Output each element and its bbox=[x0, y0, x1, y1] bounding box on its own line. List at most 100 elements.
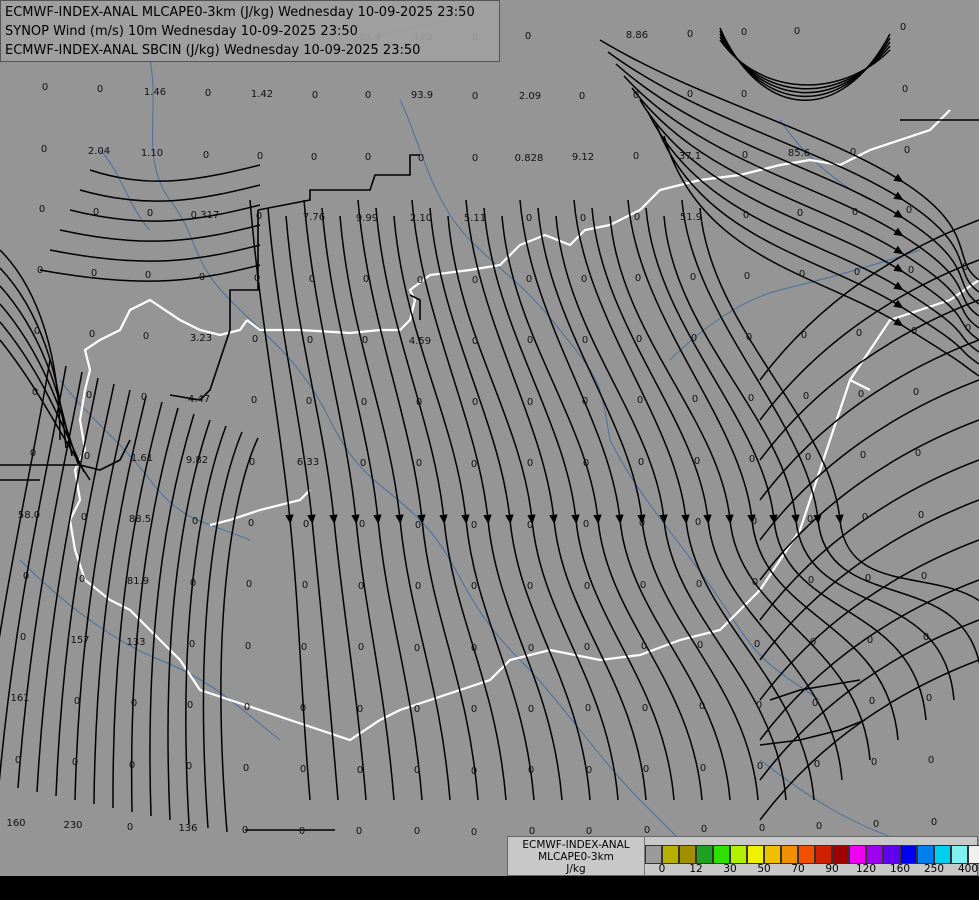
value-label: 0 bbox=[32, 387, 38, 398]
legend-line-1: ECMWF-INDEX-ANAL bbox=[522, 839, 630, 851]
value-label: 0 bbox=[245, 641, 251, 652]
legend-tick: 120 bbox=[855, 863, 877, 875]
value-label: 9.99 bbox=[356, 213, 378, 224]
value-label: 0 bbox=[416, 397, 422, 408]
value-label: 37.1 bbox=[679, 151, 701, 162]
value-label: 0 bbox=[921, 571, 927, 582]
value-label: 0 bbox=[579, 91, 585, 102]
legend-swatch bbox=[645, 845, 662, 864]
value-label: 0 bbox=[634, 212, 640, 223]
value-label: 0 bbox=[527, 397, 533, 408]
value-label: 0 bbox=[860, 450, 866, 461]
value-label: 0 bbox=[472, 397, 478, 408]
value-label: 0 bbox=[91, 268, 97, 279]
legend-swatch bbox=[764, 845, 781, 864]
streamline bbox=[130, 407, 179, 813]
value-label: 0 bbox=[42, 82, 48, 93]
value-label: 0 bbox=[915, 448, 921, 459]
value-label: 0 bbox=[312, 90, 318, 101]
value-label: 0 bbox=[695, 517, 701, 528]
title-line-2: SYNOP Wind (m/s) 10m Wednesday 10-09-202… bbox=[5, 24, 358, 39]
value-label: 0 bbox=[692, 394, 698, 405]
value-label: 0 bbox=[471, 581, 477, 592]
value-label: 81.9 bbox=[127, 576, 149, 587]
value-label: 0 bbox=[754, 639, 760, 650]
value-label: 0 bbox=[251, 395, 257, 406]
value-label: 0 bbox=[252, 334, 258, 345]
value-label: 4.47 bbox=[188, 394, 210, 405]
legend-swatch bbox=[900, 845, 917, 864]
legend-tick: 70 bbox=[791, 863, 805, 875]
value-label: 0 bbox=[187, 700, 193, 711]
value-label: 2.10 bbox=[410, 213, 432, 224]
streamline bbox=[59, 224, 261, 242]
value-label: 0 bbox=[687, 89, 693, 100]
value-label: 0 bbox=[749, 454, 755, 465]
value-label: 0 bbox=[84, 451, 90, 462]
value-label: 9.82 bbox=[186, 455, 208, 466]
legend-swatch bbox=[713, 845, 730, 864]
value-label: 0 bbox=[365, 90, 371, 101]
value-label: 0 bbox=[687, 29, 693, 40]
value-label: 0 bbox=[471, 766, 477, 777]
legend-tick: 0 bbox=[658, 863, 666, 875]
title-line-1: ECMWF-INDEX-ANAL MLCAPE0-3km (J/kg) Wedn… bbox=[5, 5, 475, 20]
value-label: 0 bbox=[586, 765, 592, 776]
value-label: 0 bbox=[417, 275, 423, 286]
value-label: 0 bbox=[471, 459, 477, 470]
value-label: 0 bbox=[356, 826, 362, 837]
legend-swatch bbox=[883, 845, 900, 864]
legend-swatch bbox=[662, 845, 679, 864]
streamline bbox=[79, 184, 261, 202]
streamline bbox=[623, 75, 979, 317]
value-label: 0 bbox=[414, 765, 420, 776]
value-label: 4.59 bbox=[409, 336, 431, 347]
value-label: 0 bbox=[471, 704, 477, 715]
value-label: 1.46 bbox=[144, 87, 166, 98]
legend-swatch bbox=[798, 845, 815, 864]
value-label: 0 bbox=[584, 642, 590, 653]
streamline bbox=[627, 199, 899, 741]
value-label: 0 bbox=[129, 760, 135, 771]
value-label: 0 bbox=[248, 518, 254, 529]
value-label: 0 bbox=[359, 519, 365, 530]
value-label: 0 bbox=[246, 579, 252, 590]
streamline bbox=[609, 215, 871, 761]
streamline bbox=[303, 199, 395, 801]
value-label: 8.86 bbox=[626, 30, 648, 41]
streamline bbox=[89, 164, 261, 182]
value-label: 157 bbox=[70, 635, 89, 646]
value-label: 0 bbox=[527, 458, 533, 469]
value-label: 0 bbox=[300, 764, 306, 775]
value-label: 0 bbox=[414, 643, 420, 654]
value-label: 160 bbox=[6, 818, 25, 829]
value-label: 0 bbox=[358, 642, 364, 653]
value-label: 0 bbox=[307, 335, 313, 346]
value-label: 0 bbox=[242, 825, 248, 836]
streamline bbox=[49, 244, 261, 262]
legend-swatch bbox=[679, 845, 696, 864]
value-label: 0 bbox=[145, 270, 151, 281]
legend-swatch bbox=[951, 845, 968, 864]
value-label: 51.9 bbox=[680, 212, 702, 223]
value-label: 0 bbox=[97, 84, 103, 95]
value-label: 0 bbox=[358, 581, 364, 592]
legend-tick: 400 bbox=[957, 863, 979, 875]
value-label: 0 bbox=[190, 578, 196, 589]
legend-tick: 160 bbox=[889, 863, 911, 875]
legend-swatch bbox=[849, 845, 866, 864]
value-label: 0 bbox=[525, 31, 531, 42]
weather-map-page: { "titles": [ "ECMWF-INDEX-ANAL MLCAPE0-… bbox=[0, 0, 979, 900]
value-label: 0 bbox=[89, 329, 95, 340]
value-label: 0 bbox=[814, 759, 820, 770]
value-label: 0 bbox=[741, 89, 747, 100]
streamline bbox=[719, 30, 891, 98]
value-label: 0 bbox=[858, 389, 864, 400]
map-canvas[interactable]: 001.4601.420093.902.09000091.4123008.860… bbox=[0, 0, 979, 900]
title-box: ECMWF-INDEX-ANAL MLCAPE0-3km (J/kg) Wedn… bbox=[0, 0, 500, 62]
value-label: 0 bbox=[801, 330, 807, 341]
legend-swatch bbox=[815, 845, 832, 864]
value-label: 0 bbox=[41, 144, 47, 155]
value-label: 2.09 bbox=[519, 91, 541, 102]
value-label: 0 bbox=[850, 147, 856, 158]
